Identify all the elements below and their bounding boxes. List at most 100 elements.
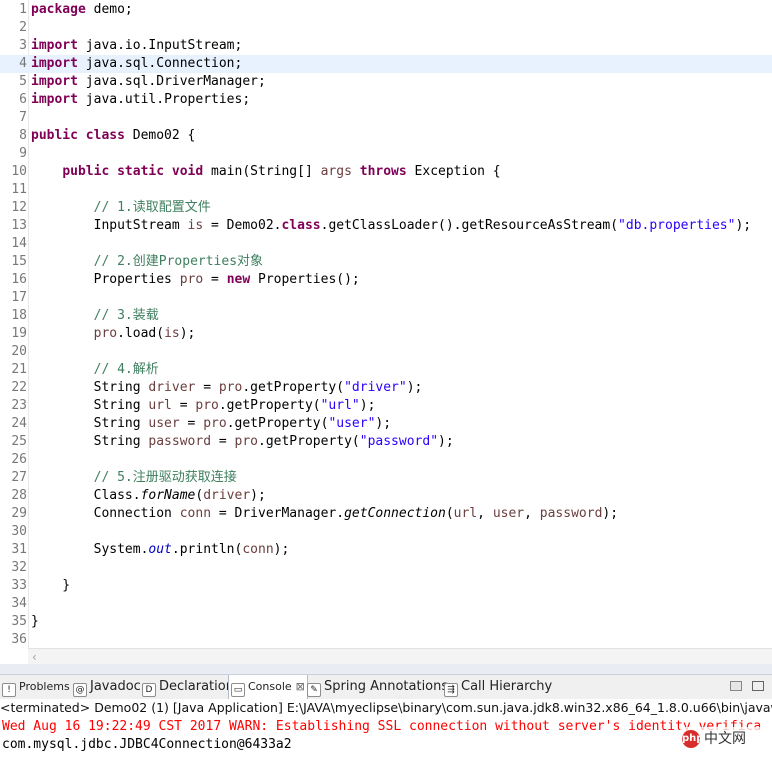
code-line[interactable]: 11 xyxy=(0,181,772,199)
scroll-left-arrow-icon[interactable]: ‹ xyxy=(32,650,37,664)
code-line[interactable]: 1 package demo; xyxy=(0,1,772,19)
code-line[interactable]: 34 xyxy=(0,595,772,613)
tab-problems[interactable]: ! Problems xyxy=(0,675,72,699)
code-line[interactable]: 9 xyxy=(0,145,772,163)
line-number: 33 xyxy=(11,578,27,593)
console-output[interactable]: Wed Aug 16 19:22:49 CST 2017 WARN: Estab… xyxy=(0,717,772,758)
code-line[interactable]: 12 // 1.读取配置文件 xyxy=(0,199,772,217)
code-token: .getProperty( xyxy=(226,416,329,431)
code-line[interactable]: 20 xyxy=(0,343,772,361)
code-line[interactable]: 30 xyxy=(0,523,772,541)
tab-callhierarchy[interactable]: ⇶ Call Hierarchy xyxy=(442,675,564,699)
code-text: import java.io.InputStream; xyxy=(31,37,242,55)
code-token: out xyxy=(148,542,172,557)
code-comment: // 3.装载 xyxy=(93,308,159,323)
code-line[interactable]: 29 Connection conn = DriverManager.getCo… xyxy=(0,505,772,523)
close-tab-icon[interactable]: ⊠ xyxy=(296,680,305,693)
line-number: 2 xyxy=(19,20,27,35)
line-number: 9 xyxy=(19,146,27,161)
code-line[interactable]: 22 String driver = pro.getProperty("driv… xyxy=(0,379,772,397)
code-keyword: throws xyxy=(359,164,407,179)
code-keyword: import xyxy=(31,56,86,71)
code-line[interactable]: 10 public static void main(String[] args… xyxy=(0,163,772,181)
code-token: = xyxy=(195,380,219,395)
code-token: Connection xyxy=(31,506,180,521)
code-token: ); xyxy=(273,542,290,557)
tab-spring[interactable]: ✎ Spring Annotations xyxy=(305,675,448,699)
code-string: "password" xyxy=(359,434,439,449)
code-token: .println( xyxy=(171,542,243,557)
horizontal-scrollbar[interactable]: ‹ xyxy=(28,648,772,665)
code-line[interactable]: 3 import java.io.InputStream; xyxy=(0,37,772,55)
code-token: } xyxy=(31,614,39,629)
code-token: = Demo02. xyxy=(203,218,282,233)
code-token: forName xyxy=(140,488,196,503)
line-number: 27 xyxy=(11,470,27,485)
code-comment: // 2.创建Properties对象 xyxy=(93,254,264,269)
code-keyword: import xyxy=(31,74,86,89)
code-line[interactable]: 17 xyxy=(0,289,772,307)
code-line[interactable]: 14 xyxy=(0,235,772,253)
code-line[interactable]: 19 pro.load(is); xyxy=(0,325,772,343)
code-line[interactable]: 2 xyxy=(0,19,772,37)
code-token: ); xyxy=(250,488,266,503)
code-token: url xyxy=(453,506,478,521)
code-line[interactable]: 32 xyxy=(0,559,772,577)
code-line[interactable]: 33 } xyxy=(0,577,772,595)
code-text: Properties pro = new Properties(); xyxy=(31,271,360,289)
code-line[interactable]: 23 String url = pro.getProperty("url"); xyxy=(0,397,772,415)
code-comment: // 1.读取配置文件 xyxy=(93,200,211,215)
code-token: Properties(); xyxy=(250,272,360,287)
code-line[interactable]: 35} xyxy=(0,613,772,631)
code-token: conn xyxy=(242,542,274,557)
watermark: php 中文网 xyxy=(680,727,772,751)
code-keyword: public static void xyxy=(62,164,204,179)
line-number: 11 xyxy=(11,182,27,197)
code-token: ); xyxy=(438,434,454,449)
code-line[interactable]: 24 String user = pro.getProperty("user")… xyxy=(0,415,772,433)
code-line[interactable]: 21 // 4.解析 xyxy=(0,361,772,379)
tab-javadoc[interactable]: @ Javadoc xyxy=(71,675,141,699)
maximize-view-icon[interactable] xyxy=(752,681,764,691)
code-token: ); xyxy=(179,326,196,341)
line-number: 23 xyxy=(11,398,27,413)
tab-label: Problems xyxy=(19,680,70,693)
tab-declaration[interactable]: D Declaration xyxy=(140,675,234,699)
code-line[interactable]: 18 // 3.装载 xyxy=(0,307,772,325)
code-text: // 3.装载 xyxy=(31,307,159,325)
code-line[interactable]: 7 xyxy=(0,109,772,127)
code-token: = xyxy=(203,272,227,287)
code-token: driver xyxy=(203,488,251,503)
code-string: "driver" xyxy=(344,380,407,395)
line-number: 6 xyxy=(19,92,27,107)
code-line[interactable]: 16 Properties pro = new Properties(); xyxy=(0,271,772,289)
tab-label: Call Hierarchy xyxy=(461,679,553,694)
code-token: is xyxy=(164,326,180,341)
code-line[interactable]: 28 Class.forName(driver); xyxy=(0,487,772,505)
code-line[interactable]: 15 // 2.创建Properties对象 xyxy=(0,253,772,271)
code-token: } xyxy=(31,578,71,593)
minimize-view-icon[interactable] xyxy=(730,681,742,691)
console-warning-line: Wed Aug 16 19:22:49 CST 2017 WARN: Estab… xyxy=(2,719,762,734)
code-line[interactable]: 6 import java.util.Properties; xyxy=(0,91,772,109)
code-line[interactable]: 13 InputStream is = Demo02.class.getClas… xyxy=(0,217,772,235)
code-line[interactable]: 36 xyxy=(0,631,772,648)
code-line[interactable]: 31 System.out.println(conn); xyxy=(0,541,772,559)
watermark-text: 中文网 xyxy=(704,731,746,747)
code-text: // 5.注册驱动获取连接 xyxy=(31,469,237,487)
code-text: System.out.println(conn); xyxy=(31,541,290,559)
code-line[interactable]: 25 String password = pro.getProperty("pa… xyxy=(0,433,772,451)
code-line[interactable]: 8 public class Demo02 { xyxy=(0,127,772,145)
code-text: import java.sql.DriverManager; xyxy=(31,73,266,91)
code-text: import java.util.Properties; xyxy=(31,91,250,109)
code-token: , xyxy=(477,506,493,521)
code-line[interactable]: 26 xyxy=(0,451,772,469)
code-editor[interactable]: 1 package demo; 2 3 import java.io.InputStre… xyxy=(0,0,772,648)
code-line[interactable]: 4 import java.sql.Connection; xyxy=(0,55,772,73)
console-launch-info: <terminated> Demo02 (1) [Java Applicatio… xyxy=(0,699,772,717)
code-line[interactable]: 27 // 5.注册驱动获取连接 xyxy=(0,469,772,487)
tab-console[interactable]: ▭ Console ⊠ xyxy=(228,675,308,699)
code-line[interactable]: 5 import java.sql.DriverManager; xyxy=(0,73,772,91)
